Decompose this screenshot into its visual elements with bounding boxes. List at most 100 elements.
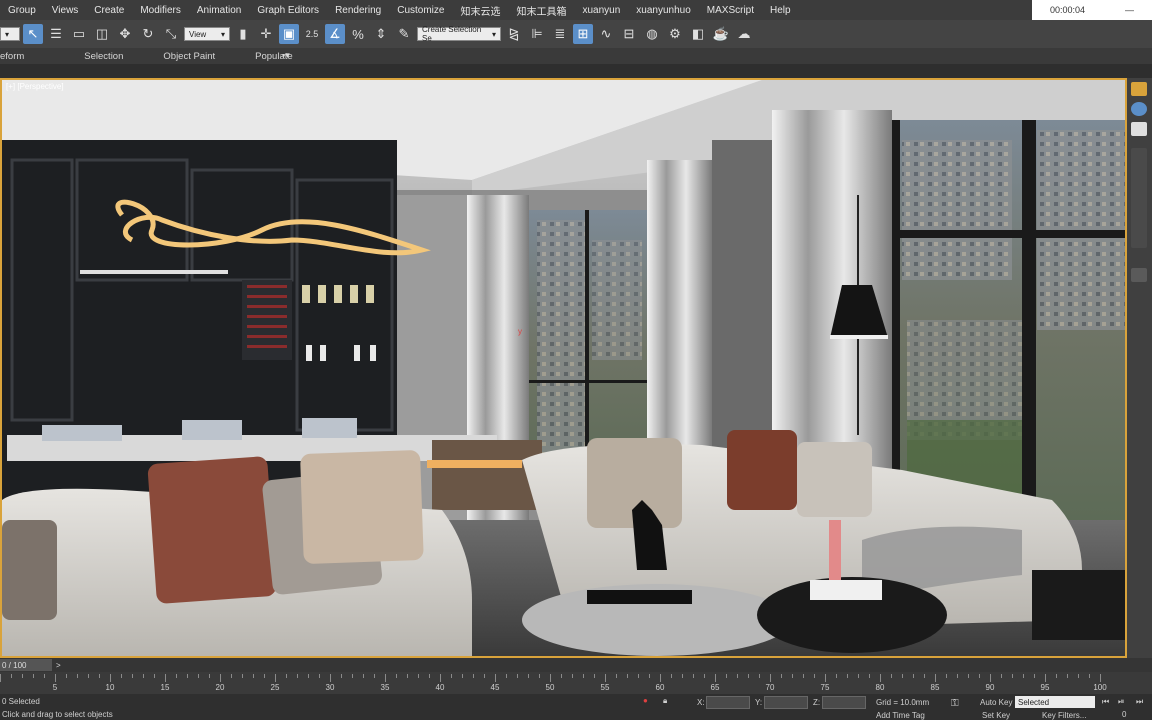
select-manipulate-icon[interactable]: ✛ [256, 24, 276, 44]
menu-item-4[interactable]: Animation [189, 5, 249, 16]
populate-menu-icon[interactable]: ▪▾ [282, 50, 290, 61]
timeline-tick [649, 674, 650, 678]
render-iterative-icon[interactable]: ☁ [734, 24, 754, 44]
select-by-name-icon[interactable]: ☰ [46, 24, 66, 44]
ribbon-tab-1[interactable]: Selection [84, 51, 123, 62]
rollout-button[interactable] [1131, 268, 1147, 282]
curve-editor-icon[interactable]: ∿ [596, 24, 616, 44]
timeline-label: 95 [1040, 683, 1050, 692]
menu-item-2[interactable]: Create [86, 5, 132, 16]
add-time-tag[interactable]: Add Time Tag [876, 711, 925, 720]
named-selection-dropdown[interactable]: Create Selection Se ▾ [417, 25, 501, 43]
align-icon[interactable]: ⊫ [527, 24, 547, 44]
timeline-tick [880, 674, 881, 682]
timeline-tick [715, 674, 716, 682]
timeline-tick [1045, 674, 1046, 682]
timeline-tick [242, 674, 243, 678]
render-frame-icon[interactable]: ◧ [688, 24, 708, 44]
menu-item-8[interactable]: 知末云选 [452, 3, 508, 18]
key-icon[interactable]: ⚿ [951, 698, 959, 709]
set-key-button[interactable]: Set Key [982, 711, 1010, 720]
timeline-tick [451, 674, 452, 678]
menu-item-0[interactable]: Group [0, 5, 44, 16]
pivot-icon[interactable]: ▮ [233, 24, 253, 44]
viewport-label[interactable]: [+] [Perspective] [6, 82, 64, 91]
prompt-line: Click and drag to select objects [2, 710, 113, 719]
material-editor-icon[interactable]: ◍ [642, 24, 662, 44]
spinner-snap-icon[interactable]: ⇕ [371, 24, 391, 44]
menu-item-5[interactable]: Graph Editors [249, 5, 327, 16]
current-frame-field[interactable]: 0 [1122, 710, 1126, 719]
menu-item-11[interactable]: xuanyunhuo [628, 5, 699, 16]
keyboard-shortcut-icon[interactable]: ▣ [279, 24, 299, 44]
menu-item-3[interactable]: Modifiers [132, 5, 189, 16]
z-label: Z: [813, 698, 821, 707]
geometry-icon[interactable] [1131, 102, 1147, 116]
reference-coordinate-dropdown[interactable]: View ▾ [184, 27, 230, 41]
rotate-icon[interactable]: ↻ [138, 24, 158, 44]
window-crossing-icon[interactable]: ◫ [92, 24, 112, 44]
time-slider-frame[interactable]: 0 / 100 [0, 659, 52, 671]
auto-key-button[interactable]: Auto Key [980, 698, 1012, 707]
timeline-label: 60 [655, 683, 665, 692]
create-tab-icon[interactable] [1131, 82, 1147, 96]
menu-item-13[interactable]: Help [762, 5, 799, 16]
render-setup-icon[interactable]: ⚙ [665, 24, 685, 44]
time-slider[interactable]: 0 / 100 > [0, 658, 1152, 672]
viewport-render: y [2, 80, 1125, 656]
timeline-label: 5 [52, 683, 58, 692]
timeline-tick [1056, 674, 1057, 678]
timeline-tick [726, 674, 727, 678]
x-coordinate-field[interactable] [706, 696, 750, 709]
isolate-icon[interactable]: ● [643, 696, 648, 705]
object-type-dropdown[interactable] [1131, 122, 1147, 136]
snap-toggle-icon[interactable]: 2.5 [302, 24, 322, 44]
menu-item-6[interactable]: Rendering [327, 5, 389, 16]
menu-item-7[interactable]: Customize [389, 5, 452, 16]
schematic-view-icon[interactable]: ⊟ [619, 24, 639, 44]
menu-item-1[interactable]: Views [44, 5, 87, 16]
track-bar[interactable]: 5 10 15 20 25 30 35 40 45 50 55 60 65 70 75 80 85 90 95 100 [0, 672, 1152, 694]
timeline-tick [682, 674, 683, 678]
timeline-tick [121, 674, 122, 678]
timeline-tick [748, 674, 749, 678]
move-icon[interactable]: ✥ [115, 24, 135, 44]
y-coordinate-field[interactable] [764, 696, 808, 709]
rectangular-selection-icon[interactable]: ▭ [69, 24, 89, 44]
ribbon-panel: ▪▾ [0, 50, 1152, 78]
menu-item-10[interactable]: xuanyun [574, 5, 628, 16]
key-filters-button[interactable]: Key Filters... [1042, 711, 1086, 720]
filter-dropdown[interactable]: ▾ [0, 27, 20, 41]
timeline-tick [594, 674, 595, 678]
layer-explorer-icon[interactable]: ≣ [550, 24, 570, 44]
ribbon-tab-0[interactable]: eform [0, 51, 24, 62]
scene-explorer-icon[interactable]: ⊞ [573, 24, 593, 44]
timeline-label: 15 [160, 683, 170, 692]
go-to-end-icon[interactable]: ⏭ [1136, 697, 1143, 707]
select-object-icon[interactable]: ↖ [23, 24, 43, 44]
timeline-label: 80 [875, 683, 885, 692]
timeline-tick [231, 674, 232, 678]
scale-icon[interactable]: ⤡ [161, 24, 181, 44]
ribbon-tab-2[interactable]: Object Paint [163, 51, 215, 62]
mirror-icon[interactable]: ⧎ [504, 24, 524, 44]
minimize-icon[interactable]: — [1125, 5, 1134, 15]
go-to-start-icon[interactable]: ⏯ [1118, 697, 1124, 707]
playback-icon[interactable]: ⏮ [1102, 697, 1109, 707]
timeline-tick [297, 674, 298, 678]
perspective-viewport[interactable]: y [+] [Perspective] [0, 78, 1127, 658]
timeline-tick [847, 674, 848, 678]
percent-snap-icon[interactable]: % [348, 24, 368, 44]
angle-snap-icon[interactable]: ∡ [325, 24, 345, 44]
render-production-icon[interactable]: ☕ [711, 24, 731, 44]
z-coordinate-field[interactable] [822, 696, 866, 709]
timeline-tick [363, 674, 364, 678]
lock-selection-icon[interactable]: 🔒︎ [663, 696, 667, 706]
timeline-tick [473, 674, 474, 678]
timeline-tick [275, 674, 276, 682]
key-mode-dropdown[interactable]: Selected [1015, 696, 1095, 708]
menu-item-9[interactable]: 知末工具箱 [508, 3, 574, 18]
next-frame-button[interactable]: > [56, 661, 61, 670]
menu-item-12[interactable]: MAXScript [699, 5, 762, 16]
edit-named-selection-icon[interactable]: ✎ [394, 24, 414, 44]
